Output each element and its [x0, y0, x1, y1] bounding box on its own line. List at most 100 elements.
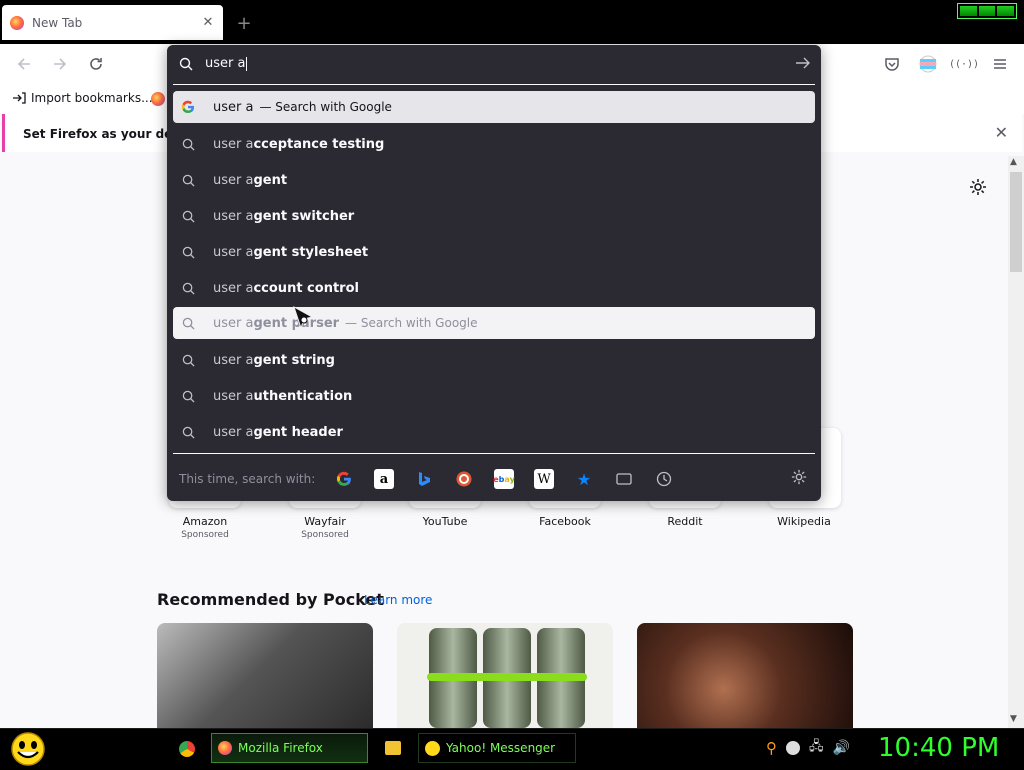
- firefox-bookmark-icon[interactable]: [151, 92, 165, 106]
- google-engine-button[interactable]: [334, 469, 354, 489]
- top-site-reddit[interactable]: Reddit: [640, 515, 730, 528]
- suggestion-row[interactable]: user agent: [173, 164, 815, 196]
- google-icon: [336, 471, 351, 486]
- bing-engine-button[interactable]: [414, 469, 434, 489]
- hamburger-icon: [994, 59, 1006, 69]
- menu-button[interactable]: [987, 51, 1013, 77]
- amazon-engine-button[interactable]: a: [374, 469, 394, 489]
- suggestion-row[interactable]: user acceptance testing: [173, 128, 815, 160]
- close-icon[interactable]: ✕: [201, 15, 215, 30]
- go-arrow-icon[interactable]: [795, 56, 811, 73]
- suggestion-row[interactable]: user agent string: [173, 344, 815, 376]
- pocket-icon: [885, 58, 899, 71]
- top-site-name: Facebook: [539, 515, 591, 528]
- learn-more-link[interactable]: Learn more: [364, 593, 432, 607]
- import-bookmarks-button[interactable]: Import bookmarks...: [12, 91, 153, 105]
- pocket-story-card[interactable]: [397, 623, 613, 728]
- top-site-name: Reddit: [667, 515, 703, 528]
- top-site-youtube[interactable]: YouTube: [400, 515, 490, 528]
- firefox-icon: [218, 741, 232, 755]
- taskbar-item-label: Yahoo! Messenger: [446, 741, 556, 755]
- forward-button[interactable]: [47, 51, 73, 77]
- network-icon[interactable]: 🖧: [809, 737, 824, 759]
- suggestion-row[interactable]: user agent stylesheet: [173, 236, 815, 268]
- arrow-right-icon: [54, 58, 67, 70]
- pocket-button[interactable]: [879, 51, 905, 77]
- text-caret: [246, 56, 248, 71]
- pocket-story-card[interactable]: [637, 623, 853, 728]
- account-icon: [919, 55, 937, 73]
- window-controls[interactable]: [957, 3, 1017, 19]
- divider: [173, 84, 815, 85]
- suggestion-row[interactable]: user agent header: [173, 416, 815, 448]
- sponsored-label: Sponsored: [181, 530, 229, 540]
- suggestion-text: user authentication: [213, 388, 353, 404]
- suggestion-row[interactable]: user authentication: [173, 380, 815, 412]
- top-site-name: Amazon: [182, 515, 228, 528]
- scroll-up-arrow[interactable]: ▲: [1010, 157, 1017, 167]
- gear-icon: [970, 179, 986, 195]
- extension-button[interactable]: ((·)): [949, 51, 979, 77]
- suggestion-row[interactable]: user a — Search with Google: [173, 91, 815, 123]
- search-icon[interactable]: ⚲: [766, 739, 777, 757]
- suggestion-action: — Search with Google: [345, 316, 478, 330]
- duckduckgo-engine-button[interactable]: [454, 469, 474, 489]
- search-icon: [181, 209, 195, 223]
- search-icon: [181, 137, 195, 151]
- search-settings-button[interactable]: [791, 469, 807, 488]
- amazon-icon: a: [379, 471, 389, 487]
- scrollbar-thumb[interactable]: [1010, 172, 1022, 272]
- import-icon: [13, 92, 26, 104]
- history-search-button[interactable]: [654, 469, 674, 489]
- tab-title: New Tab: [32, 15, 83, 30]
- top-site-wayfair[interactable]: Wayfair Sponsored: [280, 515, 370, 540]
- urlbar-input[interactable]: user a: [205, 56, 765, 71]
- start-button[interactable]: [8, 731, 48, 767]
- wikipedia-engine-button[interactable]: W: [534, 469, 554, 489]
- close-icon[interactable]: ✕: [995, 123, 1008, 142]
- smiley-icon: [11, 732, 45, 766]
- urlbar-popup: user a user a — Search with Google user …: [167, 45, 821, 501]
- browser-window: New Tab ✕ + ((·)) Import bookmarks... Se…: [0, 0, 1024, 728]
- taskbar-clock[interactable]: 10:40 PM: [878, 733, 999, 763]
- scroll-down-arrow[interactable]: ▼: [1010, 714, 1017, 724]
- suggestion-text: user a: [213, 99, 254, 115]
- taskbar-item-yahoo-messenger[interactable]: Yahoo! Messenger: [418, 733, 576, 763]
- top-site-facebook[interactable]: Facebook: [520, 515, 610, 528]
- taskbar-item-label: Mozilla Firefox: [238, 741, 323, 755]
- tabs-search-button[interactable]: [614, 469, 634, 489]
- tab-strip: New Tab ✕ +: [0, 0, 1024, 44]
- personalize-button[interactable]: [969, 178, 987, 199]
- suggestion-row[interactable]: user agent parser — Search with Google: [173, 307, 815, 339]
- tabs-icon: [616, 473, 632, 485]
- folder-icon[interactable]: [385, 741, 401, 755]
- arrow-left-icon: [17, 58, 30, 70]
- search-icon: [181, 245, 195, 259]
- ebay-engine-button[interactable]: ebay: [493, 469, 515, 489]
- history-icon: [656, 471, 672, 487]
- suggestion-text: user agent parser: [213, 315, 340, 331]
- pocket-story-card[interactable]: [157, 623, 373, 728]
- suggestion-row[interactable]: user account control: [173, 272, 815, 304]
- suggestion-row[interactable]: user agent switcher: [173, 200, 815, 232]
- account-button[interactable]: [915, 51, 941, 77]
- search-icon: [179, 57, 193, 74]
- taskbar-item-firefox[interactable]: Mozilla Firefox: [211, 733, 368, 763]
- bing-icon: [419, 472, 430, 486]
- taskbar: Mozilla Firefox Yahoo! Messenger ⚲ 🖧 🔊 1…: [0, 728, 1024, 768]
- status-icon[interactable]: [786, 741, 800, 755]
- top-site-amazon[interactable]: Amazon Sponsored: [160, 515, 250, 540]
- bookmarks-search-button[interactable]: ★: [574, 469, 594, 489]
- urlbar[interactable]: user a: [167, 45, 821, 84]
- volume-icon[interactable]: 🔊: [833, 740, 850, 756]
- google-icon: [181, 100, 195, 114]
- new-tab-button[interactable]: +: [233, 12, 255, 34]
- chrome-icon[interactable]: [179, 741, 195, 757]
- reload-button[interactable]: [83, 51, 109, 77]
- tab-new-tab[interactable]: New Tab ✕: [2, 5, 223, 40]
- reload-icon: [90, 58, 102, 70]
- top-site-name: YouTube: [422, 515, 468, 528]
- search-icon: [181, 389, 195, 403]
- top-site-wikipedia[interactable]: Wikipedia: [759, 515, 849, 528]
- back-button[interactable]: [11, 51, 37, 77]
